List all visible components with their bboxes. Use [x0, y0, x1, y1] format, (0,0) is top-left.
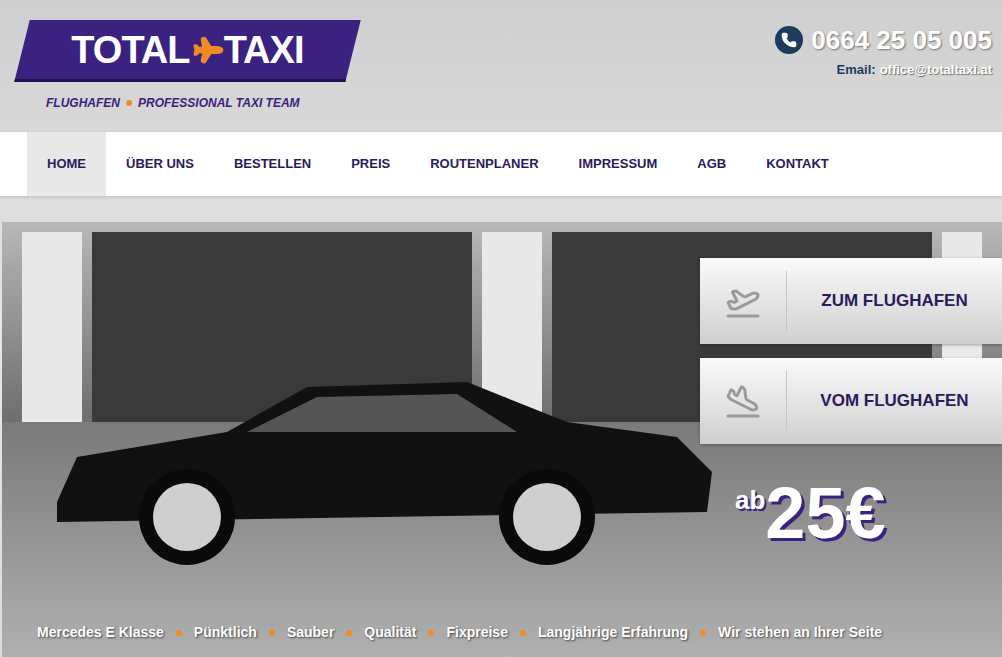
logo-left-text: TOTAL: [72, 31, 190, 69]
phone-icon: [775, 26, 803, 54]
nav-item[interactable]: BESTELLEN: [214, 132, 331, 196]
feature-dot: [269, 630, 275, 636]
email[interactable]: Email:office@totaltaxi.at: [837, 60, 992, 80]
tagline: FLUGHAFENPROFESSIONAL TAXI TEAM: [14, 94, 353, 112]
feature-dot: [176, 630, 182, 636]
brand: TOTAL TAXI FLUGHAFENPROFESSIONAL TAXI TEAM: [14, 0, 353, 132]
hero: ZUM FLUGHAFEN VOM FLUGHAFEN ab25€ Mercedes …: [2, 222, 1002, 657]
page: TOTAL TAXI FLUGHAFENPROFESSIONAL TAXI TEAM…: [0, 0, 1002, 657]
nav-item[interactable]: HOME: [27, 132, 106, 196]
airport-buttons: ZUM FLUGHAFEN VOM FLUGHAFEN: [700, 258, 1002, 444]
landing-icon: [725, 383, 761, 419]
phone[interactable]: 0664 25 05 005: [775, 24, 992, 56]
feature-item: Mercedes E Klasse: [37, 622, 164, 643]
feature-dot: [520, 630, 526, 636]
nav-bar: HOMEÜBER UNSBESTELLENPREISROUTENPLANERIM…: [0, 132, 1002, 196]
header: TOTAL TAXI FLUGHAFENPROFESSIONAL TAXI TEAM…: [0, 0, 1002, 132]
nav-item[interactable]: ÜBER UNS: [106, 132, 214, 196]
plane-icon: [186, 28, 228, 70]
feature-dot: [428, 630, 434, 636]
feature-item: Langjährige Erfahrung: [538, 622, 688, 643]
feature-item: Qualität: [364, 622, 416, 643]
contact: 0664 25 05 005 Email:office@totaltaxi.at: [775, 0, 992, 132]
feature-item: Fixpreise: [446, 622, 507, 643]
nav-item[interactable]: ROUTENPLANER: [410, 132, 558, 196]
feature-item: Pünktlich: [194, 622, 257, 643]
logo[interactable]: TOTAL TAXI: [14, 20, 360, 82]
feature-dot: [700, 630, 706, 636]
feature-dot: [346, 630, 352, 636]
price: ab25€: [735, 477, 885, 549]
feature-item: Wir stehen an Ihrer Seite: [718, 622, 882, 643]
tagline-dot: [126, 100, 132, 106]
nav-item[interactable]: AGB: [677, 132, 746, 196]
nav-item[interactable]: PREIS: [331, 132, 410, 196]
logo-right-text: TAXI: [224, 31, 304, 69]
feature-item: Sauber: [287, 622, 334, 643]
airport-button[interactable]: ZUM FLUGHAFEN: [700, 258, 1002, 344]
takeoff-icon: [725, 283, 761, 319]
feature-strip: Mercedes E Klasse Pünktlich Sauber Qualität…: [2, 622, 1002, 643]
nav-item[interactable]: IMPRESSUM: [559, 132, 678, 196]
car-icon: [47, 362, 717, 572]
airport-button[interactable]: VOM FLUGHAFEN: [700, 358, 1002, 444]
nav-item[interactable]: KONTAKT: [746, 132, 849, 196]
